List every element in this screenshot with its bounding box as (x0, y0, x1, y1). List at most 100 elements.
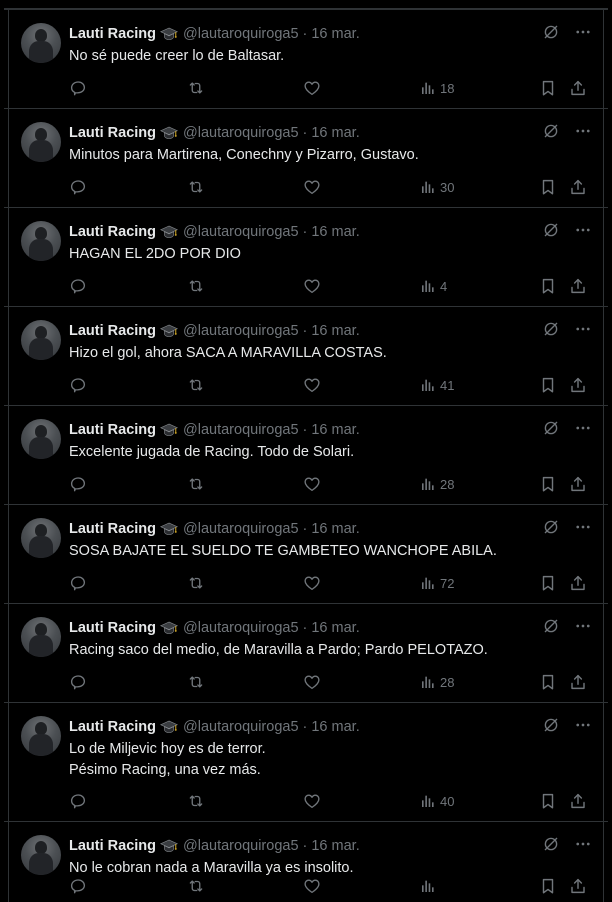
avatar[interactable] (21, 835, 61, 875)
more-icon[interactable] (574, 419, 592, 437)
more-icon[interactable] (574, 716, 592, 734)
tweet[interactable]: Lauti Racing @lautaroquiroga5 · 16 mar. Raci… (4, 603, 608, 703)
more-icon[interactable] (574, 122, 592, 140)
share-button[interactable] (569, 374, 587, 396)
author-name[interactable]: Lauti Racing (69, 422, 156, 438)
author-name[interactable]: Lauti Racing (69, 521, 156, 537)
views-button[interactable] (420, 875, 436, 897)
share-button[interactable] (569, 176, 587, 198)
like-button[interactable] (303, 176, 321, 198)
tweet[interactable]: Lauti Racing @lautaroquiroga5 · 16 mar. SOSA… (4, 504, 608, 604)
grok-icon[interactable] (542, 221, 560, 239)
views-button[interactable]: 72 (420, 572, 454, 594)
tweet-date[interactable]: 16 mar. (311, 26, 359, 42)
tweet[interactable]: Lauti Racing @lautaroquiroga5 · 16 mar. HAGA… (4, 207, 608, 307)
more-icon[interactable] (574, 617, 592, 635)
tweet-date[interactable]: 16 mar. (311, 620, 359, 636)
views-button[interactable]: 41 (420, 374, 454, 396)
author-handle[interactable]: @lautaroquiroga5 (183, 26, 299, 42)
share-button[interactable] (569, 77, 587, 99)
author-handle[interactable]: @lautaroquiroga5 (183, 125, 299, 141)
tweet-date[interactable]: 16 mar. (311, 521, 359, 537)
retweet-button[interactable] (186, 875, 206, 897)
grok-icon[interactable] (542, 23, 560, 41)
author-handle[interactable]: @lautaroquiroga5 (183, 620, 299, 636)
like-button[interactable] (303, 374, 321, 396)
avatar[interactable] (21, 320, 61, 360)
retweet-button[interactable] (186, 473, 206, 495)
tweet-date[interactable]: 16 mar. (311, 422, 359, 438)
bookmark-button[interactable] (539, 671, 557, 693)
tweet[interactable]: Lauti Racing @lautaroquiroga5 · 16 mar. Lo d… (4, 702, 608, 822)
tweet-date[interactable]: 16 mar. (311, 719, 359, 735)
author-name[interactable]: Lauti Racing (69, 224, 156, 240)
author-handle[interactable]: @lautaroquiroga5 (183, 838, 299, 854)
reply-button[interactable] (69, 572, 87, 594)
grok-icon[interactable] (542, 518, 560, 536)
bookmark-button[interactable] (539, 374, 557, 396)
retweet-button[interactable] (186, 572, 206, 594)
like-button[interactable] (303, 790, 321, 812)
grok-icon[interactable] (542, 617, 560, 635)
tweet-date[interactable]: 16 mar. (311, 323, 359, 339)
avatar[interactable] (21, 518, 61, 558)
author-handle[interactable]: @lautaroquiroga5 (183, 224, 299, 240)
reply-button[interactable] (69, 77, 87, 99)
author-name[interactable]: Lauti Racing (69, 838, 156, 854)
grok-icon[interactable] (542, 835, 560, 853)
reply-button[interactable] (69, 374, 87, 396)
reply-button[interactable] (69, 275, 87, 297)
avatar[interactable] (21, 221, 61, 261)
avatar[interactable] (21, 716, 61, 756)
more-icon[interactable] (574, 23, 592, 41)
like-button[interactable] (303, 875, 321, 897)
share-button[interactable] (569, 473, 587, 495)
grok-icon[interactable] (542, 419, 560, 437)
tweet[interactable]: Lauti Racing @lautaroquiroga5 · 16 mar. Hizo… (4, 306, 608, 406)
bookmark-button[interactable] (539, 176, 557, 198)
retweet-button[interactable] (186, 176, 206, 198)
author-handle[interactable]: @lautaroquiroga5 (183, 422, 299, 438)
reply-button[interactable] (69, 473, 87, 495)
like-button[interactable] (303, 275, 321, 297)
tweet-date[interactable]: 16 mar. (311, 125, 359, 141)
author-name[interactable]: Lauti Racing (69, 620, 156, 636)
share-button[interactable] (569, 875, 587, 897)
author-name[interactable]: Lauti Racing (69, 125, 156, 141)
avatar[interactable] (21, 23, 61, 63)
tweet[interactable]: Lauti Racing @lautaroquiroga5 · 16 mar. No s… (4, 9, 608, 109)
tweet[interactable]: Lauti Racing @lautaroquiroga5 · 16 mar. Minu… (4, 108, 608, 208)
more-icon[interactable] (574, 320, 592, 338)
tweet[interactable]: Lauti Racing @lautaroquiroga5 · 16 mar. No l… (4, 821, 608, 902)
grok-icon[interactable] (542, 320, 560, 338)
views-button[interactable]: 30 (420, 176, 454, 198)
bookmark-button[interactable] (539, 790, 557, 812)
author-name[interactable]: Lauti Racing (69, 323, 156, 339)
tweet[interactable]: Lauti Racing @lautaroquiroga5 · 16 mar. Exce… (4, 405, 608, 505)
retweet-button[interactable] (186, 374, 206, 396)
views-button[interactable]: 4 (420, 275, 447, 297)
grok-icon[interactable] (542, 122, 560, 140)
reply-button[interactable] (69, 176, 87, 198)
bookmark-button[interactable] (539, 875, 557, 897)
more-icon[interactable] (574, 835, 592, 853)
author-name[interactable]: Lauti Racing (69, 26, 156, 42)
more-icon[interactable] (574, 221, 592, 239)
avatar[interactable] (21, 122, 61, 162)
author-handle[interactable]: @lautaroquiroga5 (183, 323, 299, 339)
grok-icon[interactable] (542, 716, 560, 734)
retweet-button[interactable] (186, 790, 206, 812)
like-button[interactable] (303, 473, 321, 495)
bookmark-button[interactable] (539, 572, 557, 594)
views-button[interactable]: 18 (420, 77, 454, 99)
reply-button[interactable] (69, 790, 87, 812)
share-button[interactable] (569, 671, 587, 693)
bookmark-button[interactable] (539, 77, 557, 99)
retweet-button[interactable] (186, 275, 206, 297)
like-button[interactable] (303, 671, 321, 693)
avatar[interactable] (21, 419, 61, 459)
views-button[interactable]: 40 (420, 790, 454, 812)
author-handle[interactable]: @lautaroquiroga5 (183, 719, 299, 735)
retweet-button[interactable] (186, 77, 206, 99)
views-button[interactable]: 28 (420, 671, 454, 693)
